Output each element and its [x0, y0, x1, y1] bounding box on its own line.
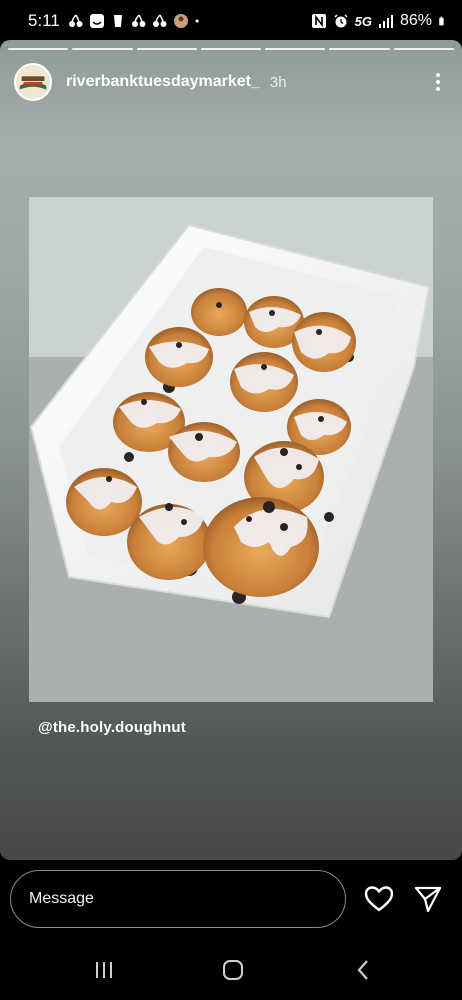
- home-button[interactable]: [213, 954, 253, 986]
- status-right: 5G 86%: [311, 12, 448, 30]
- story-progress: [8, 48, 454, 50]
- dot-icon: [195, 19, 199, 23]
- story-header: riverbanktuesdaymarket_ 3h: [14, 62, 450, 102]
- avatar-notification-icon: [173, 14, 188, 28]
- battery-icon: [439, 16, 444, 26]
- more-dot: [436, 73, 440, 77]
- cherry-icon: [68, 14, 83, 27]
- progress-segment: [72, 48, 133, 50]
- doughnut-photo-illustration: [29, 197, 433, 702]
- heart-icon: [364, 886, 394, 912]
- nfc-icon: [311, 14, 326, 28]
- avatar[interactable]: [14, 63, 52, 101]
- recents-icon: [96, 962, 112, 978]
- back-icon: [357, 960, 368, 980]
- progress-segment: [136, 48, 197, 50]
- smiley-app-icon: [89, 14, 104, 28]
- status-bar: 5:11 5G 86%: [0, 0, 462, 42]
- home-icon: [223, 960, 243, 980]
- more-options-button[interactable]: [426, 67, 450, 97]
- back-button[interactable]: [343, 954, 383, 986]
- recents-button[interactable]: [84, 954, 124, 986]
- riverbank-logo-icon: [16, 65, 50, 99]
- battery-percent: 86%: [399, 12, 432, 29]
- more-dot: [436, 87, 440, 91]
- cup-icon: [113, 15, 122, 27]
- progress-segment: [393, 48, 454, 50]
- send-icon: [414, 886, 442, 913]
- story-photo: [29, 197, 433, 702]
- progress-segment: [265, 48, 326, 50]
- like-button[interactable]: [362, 882, 396, 916]
- story-time: 3h: [269, 73, 287, 91]
- progress-segment: [8, 48, 69, 50]
- system-nav-bar: [0, 940, 462, 1000]
- more-dot: [436, 80, 440, 84]
- story-viewer[interactable]: riverbanktuesdaymarket_ 3h @the.holy.dou…: [0, 40, 462, 860]
- notification-icons: [68, 14, 204, 28]
- network-5g-icon: 5G: [354, 13, 372, 29]
- cherry-icon: [152, 14, 167, 27]
- story-username[interactable]: riverbanktuesdaymarket_: [66, 73, 260, 91]
- reply-bar: [0, 860, 462, 940]
- story-mention[interactable]: @the.holy.doughnut: [38, 719, 186, 736]
- status-time: 5:11: [28, 11, 60, 30]
- progress-segment: [329, 48, 390, 50]
- message-input[interactable]: [10, 870, 346, 928]
- signal-icon: [378, 15, 393, 28]
- alarm-icon: [334, 14, 348, 28]
- cherry-icon: [131, 14, 146, 27]
- progress-segment: [200, 48, 262, 50]
- send-button[interactable]: [411, 882, 445, 916]
